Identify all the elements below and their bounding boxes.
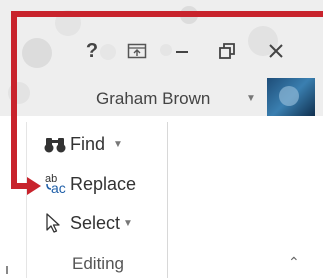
chevron-down-icon[interactable]: ▼ xyxy=(113,139,123,150)
restore-icon xyxy=(219,43,235,59)
chevron-down-icon[interactable]: ▼ xyxy=(123,218,133,229)
ribbon-display-options-button[interactable] xyxy=(124,38,150,64)
replace-icon: ab ac xyxy=(44,172,70,196)
close-icon xyxy=(269,44,283,58)
group-label: Editing xyxy=(72,254,124,273)
group-divider xyxy=(26,122,27,278)
cursor-arrow-icon xyxy=(44,212,70,234)
group-divider xyxy=(6,266,8,274)
title-bar: ? Graham Brown ▼ xyxy=(0,0,323,116)
background-decoration xyxy=(22,38,52,68)
find-label: Find xyxy=(70,134,106,154)
callout-arrow-icon xyxy=(27,177,41,195)
avatar[interactable] xyxy=(267,78,315,116)
select-label: Select xyxy=(70,212,121,233)
callout-line xyxy=(11,11,17,189)
svg-text:ac: ac xyxy=(51,180,66,196)
user-name[interactable]: Graham Brown xyxy=(96,89,210,109)
replace-label: Replace xyxy=(70,173,137,194)
minimize-icon xyxy=(176,51,188,53)
ribbon-display-options-icon xyxy=(127,43,147,59)
avatar-image xyxy=(279,86,299,106)
group-divider xyxy=(167,122,168,278)
find-button[interactable]: Find ▼ xyxy=(44,134,123,155)
collapse-ribbon-icon[interactable]: ⌃ xyxy=(288,254,300,271)
callout-line xyxy=(11,11,323,17)
select-button[interactable]: Select ▼ xyxy=(44,212,133,234)
binoculars-icon xyxy=(44,136,70,154)
replace-button[interactable]: ab ac Replace xyxy=(44,172,136,196)
help-button[interactable]: ? xyxy=(79,38,105,64)
minimize-button[interactable] xyxy=(169,38,195,64)
chevron-down-icon[interactable]: ▼ xyxy=(246,93,256,104)
callout-line xyxy=(11,183,27,189)
help-icon: ? xyxy=(85,39,99,62)
restore-button[interactable] xyxy=(214,38,240,64)
close-button[interactable] xyxy=(263,38,289,64)
